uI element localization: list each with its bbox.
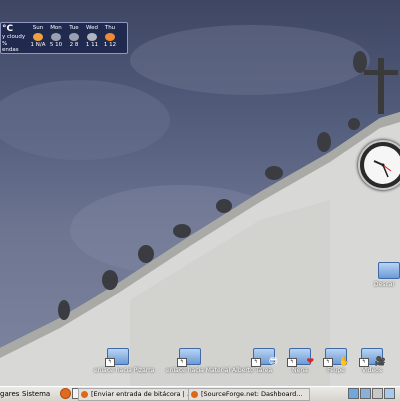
desktop-icon-descargas[interactable]: Descar [374, 262, 400, 288]
weather-day: Sun 1 N/A [29, 25, 47, 48]
weather-current: °C y cloudy % endas [2, 25, 28, 54]
firefox-icon [81, 391, 88, 398]
taskbar-button-bitacora[interactable]: [Enviar entrada de bitácora | ... [78, 388, 198, 401]
desktop-wallpaper: °C y cloudy % endas Sun 1 N/A Mon 5 10 T… [0, 0, 400, 386]
folder-icon: ↰ 🎥 [359, 348, 386, 367]
weather-day-name: Thu [104, 25, 116, 31]
firefox-launcher-icon[interactable] [60, 388, 71, 399]
task-label: [Enviar entrada de bitácora | ... [91, 390, 194, 398]
weather-day: Tue 2 8 [65, 25, 83, 48]
rain-cloud-icon [69, 32, 79, 41]
mail-icon[interactable] [360, 388, 371, 399]
weather-day-range: 2 8 [69, 41, 79, 48]
network-icon[interactable] [348, 388, 359, 399]
folder-icon: ↰ ✋ [323, 348, 350, 367]
weather-day: Mon 5 10 [47, 25, 65, 48]
task-label: [SourceForge.net: Dashboard... [201, 390, 303, 398]
partly-cloudy-icon [33, 32, 43, 41]
wallpaper-scene [0, 25, 400, 386]
folder-icon [378, 262, 400, 279]
weather-condition: y cloudy [2, 34, 26, 40]
desktop-icon-label: Videos [362, 367, 382, 374]
system-menu[interactable]: Sistema [22, 389, 50, 399]
weather-day-name: Mon [50, 25, 62, 31]
cloud-icon [87, 32, 97, 41]
video-camera-emblem-icon: 🎥 [374, 357, 386, 367]
clock-face [364, 146, 400, 184]
desktop-icon-label: enlace hacia Pizarra [94, 367, 155, 374]
weather-day: Thu 1 12 [101, 25, 119, 48]
analog-clock-widget[interactable] [358, 140, 400, 190]
places-menu[interactable]: gares [0, 389, 19, 399]
weather-day-name: Sun [32, 25, 44, 31]
rain-cloud-icon [51, 32, 61, 41]
weather-day-range: 5 10 [49, 41, 63, 48]
weather-day-name: Wed [86, 25, 98, 31]
display-icon[interactable] [372, 388, 383, 399]
firefox-icon [191, 391, 198, 398]
weather-current-temp: °C [2, 24, 14, 34]
weather-day-range: 1 12 [103, 41, 117, 48]
volume-icon[interactable] [384, 388, 395, 399]
desktop-icon-videos[interactable]: ↰ 🎥 Videos [348, 348, 396, 374]
folder-link-icon: ↰ [177, 348, 201, 367]
weather-widget[interactable]: °C y cloudy % endas Sun 1 N/A Mon 5 10 T… [0, 22, 128, 54]
bottom-panel: gares Sistema [Enviar entrada de bitácor… [0, 386, 400, 401]
desktop-icon-pizarra[interactable]: ↰ enlace hacia Pizarra [94, 348, 155, 374]
weather-location: endas [2, 47, 19, 53]
desktop-icon-label: enlace hacia Material Alberto [166, 367, 254, 374]
weather-day-range: 1 11 [85, 41, 99, 48]
weather-day: Wed 1 11 [83, 25, 101, 48]
folder-icon: ↰ 😎 [251, 348, 278, 367]
taskbar-button-sourceforge[interactable]: [SourceForge.net: Dashboard... [188, 388, 310, 401]
weather-day-name: Tue [69, 25, 79, 31]
clock-hands-icon [373, 160, 392, 178]
folder-icon: ↰ ❤ [287, 348, 314, 367]
desktop-icon-label: Descar [374, 281, 395, 288]
weather-day-range: 1 N/A [30, 41, 46, 48]
sun-icon [105, 32, 115, 41]
desktop-icon-material-alberto[interactable]: ↰ enlace hacia Material Alberto [166, 348, 254, 374]
folder-link-icon: ↰ [105, 348, 129, 367]
